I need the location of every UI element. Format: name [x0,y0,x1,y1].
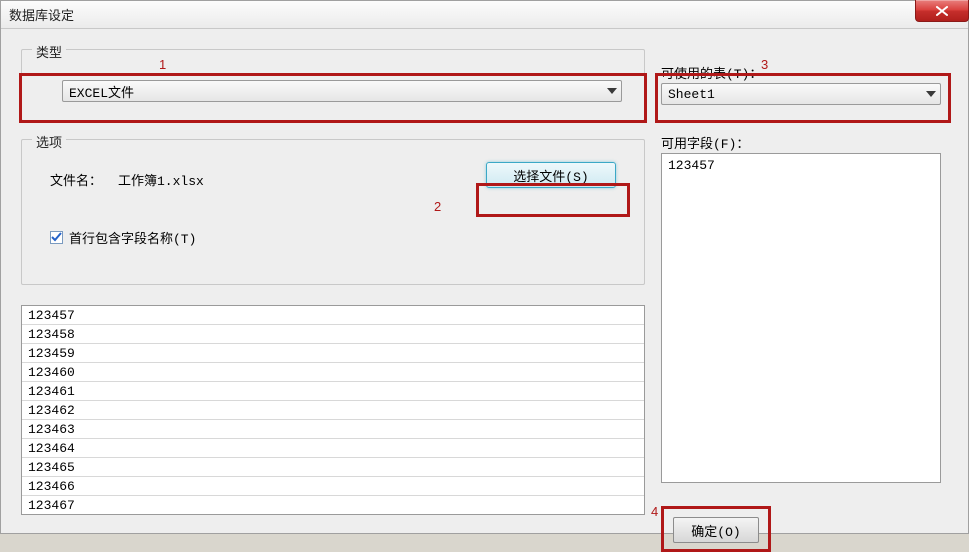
close-button[interactable] [915,0,969,22]
check-icon [51,232,62,243]
data-row[interactable]: 123462 [22,401,644,420]
data-row[interactable]: 123460 [22,363,644,382]
first-row-checkbox-label: 首行包含字段名称(T) [69,228,196,247]
annotation-2: 2 [434,199,441,214]
data-row[interactable]: 123464 [22,439,644,458]
select-file-button-label: 选择文件(S) [513,166,588,185]
chevron-down-icon [607,88,617,94]
type-group: 类型 EXCEL文件 [21,49,645,121]
type-group-label: 类型 [32,42,66,61]
data-preview-list[interactable]: 1234571234581234591234601234611234621234… [21,305,645,515]
field-item[interactable]: 123457 [668,158,934,173]
data-row[interactable]: 123463 [22,420,644,439]
tables-combo-value: Sheet1 [668,87,715,102]
dialog-window: 数据库设定 类型 EXCEL文件 选项 文件名： 工作簿1.xlsx 选择文件(… [0,0,969,534]
close-icon [936,6,948,16]
data-row[interactable]: 123466 [22,477,644,496]
data-row[interactable]: 123458 [22,325,644,344]
fields-label: 可用字段(F)： [661,133,749,152]
select-file-button[interactable]: 选择文件(S) [486,162,616,188]
window-title: 数据库设定 [9,5,74,24]
data-row[interactable]: 123465 [22,458,644,477]
ok-button-label: 确定(O) [691,521,740,540]
data-row[interactable]: 123461 [22,382,644,401]
tables-label: 可使用的表(T)： [661,63,762,82]
annotation-1: 1 [159,57,166,72]
options-group-label: 选项 [32,132,66,151]
ok-button[interactable]: 确定(O) [673,517,759,543]
tables-combo[interactable]: Sheet1 [661,83,941,105]
type-combo[interactable]: EXCEL文件 [62,80,622,102]
data-row[interactable]: 123467 [22,496,644,515]
titlebar: 数据库设定 [1,1,968,29]
file-name-value: 工作簿1.xlsx [118,170,204,189]
data-row[interactable]: 123459 [22,344,644,363]
data-row[interactable]: 123457 [22,306,644,325]
fields-list[interactable]: 123457 [661,153,941,483]
chevron-down-icon [926,91,936,97]
type-combo-value: EXCEL文件 [69,82,134,101]
options-group: 选项 文件名： 工作簿1.xlsx 选择文件(S) 首行包含字段名称(T) [21,139,645,285]
annotation-3: 3 [761,57,768,72]
content-area: 类型 EXCEL文件 选项 文件名： 工作簿1.xlsx 选择文件(S) 首行包… [1,29,968,533]
first-row-checkbox[interactable] [50,231,63,244]
annotation-4: 4 [651,504,658,519]
file-name-label: 文件名： [50,170,102,189]
first-row-checkbox-row[interactable]: 首行包含字段名称(T) [50,228,196,247]
